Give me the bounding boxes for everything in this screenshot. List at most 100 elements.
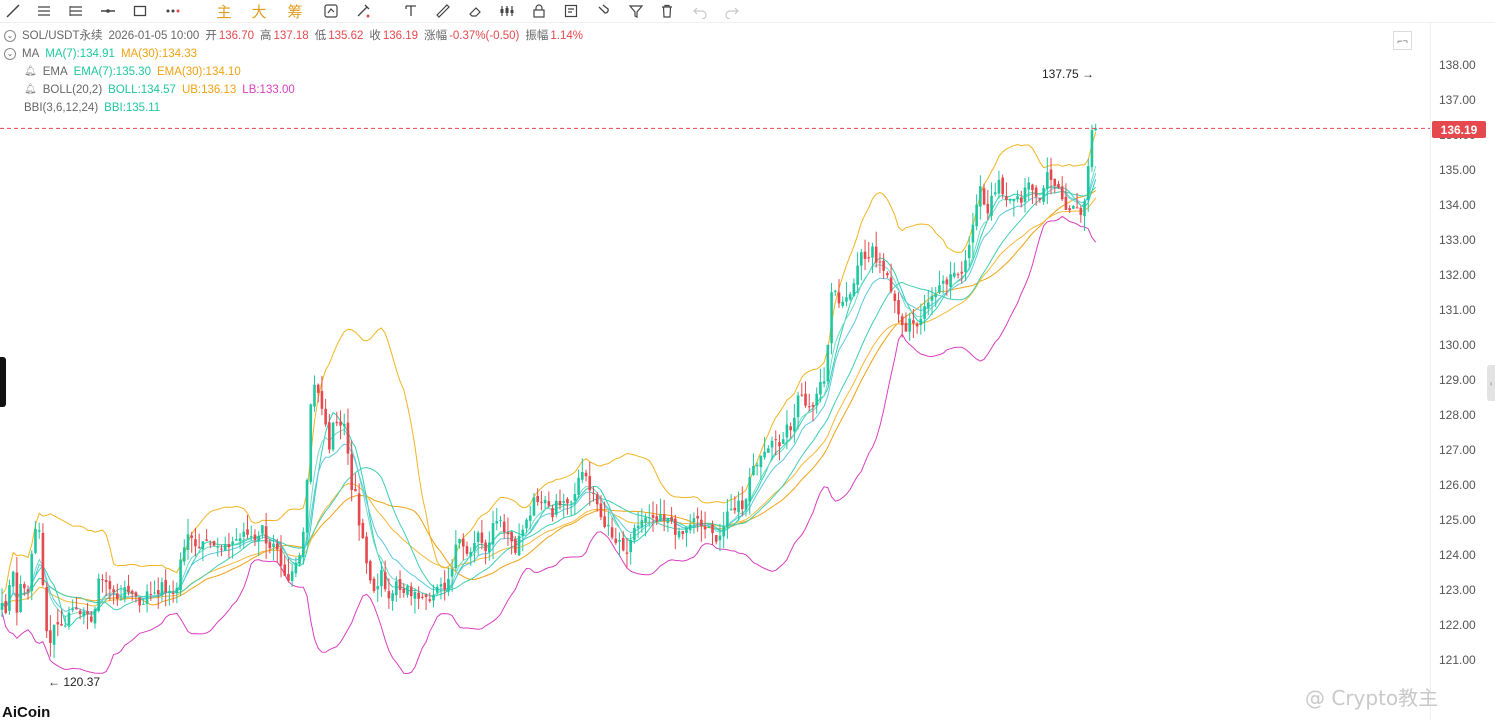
candle-body (30, 553, 34, 591)
candle-body (275, 543, 279, 550)
candle-body (949, 274, 952, 287)
multi-line-tool-icon[interactable] (34, 1, 54, 21)
candle-body (287, 574, 290, 581)
candle-body (919, 318, 923, 326)
replace-tool-icon[interactable] (321, 1, 341, 21)
candle-body (633, 527, 636, 541)
price-chart[interactable]: 137.75 → ← 120.37 (0, 22, 1430, 720)
high-label: 高 (260, 30, 272, 42)
horizontal-line-tool-icon[interactable] (98, 1, 118, 21)
candle-body (26, 589, 30, 592)
right-panel-handle[interactable]: › (1487, 365, 1495, 401)
price-tick: 129.00 (1439, 373, 1476, 387)
price-tick: 123.00 (1439, 583, 1476, 597)
candle-body (1083, 201, 1086, 217)
candle-body (380, 570, 383, 587)
amplitude-value: 1.14% (550, 30, 583, 42)
candle-body (815, 393, 818, 406)
eraser-tool-icon[interactable] (465, 1, 485, 21)
candle-body (740, 500, 744, 510)
fullscreen-icon[interactable]: ⌐¬ (1393, 31, 1412, 50)
candle-body (41, 532, 45, 585)
collapse-indicators-icon[interactable]: ⌄ (4, 48, 16, 60)
candle-body (543, 499, 547, 504)
chips-button[interactable]: 筹 (285, 1, 305, 21)
candle-body (112, 589, 115, 593)
candle-body (893, 293, 897, 301)
rectangle-tool-icon[interactable] (130, 1, 150, 21)
ma7-value: MA(7):134.91 (45, 48, 115, 60)
ruler-tool-icon[interactable] (433, 1, 453, 21)
magnet-tool-icon[interactable] (593, 1, 613, 21)
boll-value: BOLL:134.57 (108, 84, 176, 96)
candle-body (618, 540, 621, 542)
candles (0, 123, 1097, 658)
candle-body (290, 571, 294, 581)
candle-body (923, 306, 926, 319)
note-tool-icon[interactable] (561, 1, 581, 21)
delete-tool-icon[interactable] (657, 1, 677, 21)
candle-body (253, 534, 257, 540)
collapse-icon[interactable]: ⌄ (4, 30, 16, 42)
candle-body (473, 542, 476, 551)
candle-body (770, 440, 774, 448)
bbi-name[interactable]: BBI(3,6,12,24) (24, 99, 98, 117)
candle-body (852, 283, 856, 296)
candle-body (536, 495, 539, 502)
parallel-tool-icon[interactable] (66, 1, 86, 21)
candle-body (75, 607, 78, 610)
candle-body (49, 630, 52, 643)
candle-body (488, 542, 491, 553)
candle-body (833, 290, 837, 292)
candle-body (60, 624, 63, 626)
candle-body (368, 561, 372, 581)
ema-name[interactable]: EMA (43, 63, 68, 81)
alert-bell-icon[interactable]: 🔔︎ (24, 81, 37, 99)
candle-body (443, 582, 446, 590)
price-tick: 132.00 (1439, 268, 1476, 282)
candle-body (0, 602, 4, 610)
candle-body (726, 511, 729, 528)
lock-tool-icon[interactable] (529, 1, 549, 21)
candle-body (640, 520, 644, 528)
candle-body (179, 559, 182, 590)
line-tool-icon[interactable] (3, 1, 23, 21)
redo-icon[interactable] (722, 1, 742, 21)
candle-body (774, 439, 778, 441)
main-indicator-button[interactable]: 主 (214, 1, 234, 21)
undo-icon[interactable] (690, 1, 710, 21)
text-tool-icon[interactable] (401, 1, 421, 21)
boll-name[interactable]: BOLL(20,2) (43, 81, 102, 99)
candle-body (257, 536, 260, 542)
candle-body (744, 499, 748, 510)
ma-name[interactable]: MA (22, 45, 39, 63)
pattern-tool-icon[interactable] (497, 1, 517, 21)
candle-body (435, 586, 439, 593)
big-order-button[interactable]: 大 (249, 1, 269, 21)
candle-body (763, 451, 766, 458)
candle-body (912, 320, 915, 324)
candle-body (413, 592, 417, 599)
alert-bell-icon[interactable]: 🔔︎ (24, 63, 37, 81)
left-panel-handle[interactable] (0, 357, 6, 407)
candle-body (562, 501, 566, 503)
candle-body (439, 584, 443, 587)
candle-body (130, 591, 134, 594)
pen-tool-icon[interactable] (353, 1, 373, 21)
candle-body (235, 539, 238, 541)
candle-body (882, 260, 885, 271)
candle-body (19, 583, 22, 613)
candle-body (45, 587, 48, 632)
candle-body (655, 516, 659, 522)
candle-body (365, 536, 368, 564)
candle-body (789, 426, 792, 431)
candle-body (402, 588, 406, 593)
candle-body (934, 294, 938, 298)
candle-body (718, 535, 722, 541)
candle-body (677, 531, 681, 538)
candle-body (547, 501, 551, 506)
candle-body (134, 592, 138, 597)
more-tools-icon[interactable] (163, 1, 183, 21)
filter-tool-icon[interactable] (626, 1, 646, 21)
candle-body (335, 422, 339, 424)
